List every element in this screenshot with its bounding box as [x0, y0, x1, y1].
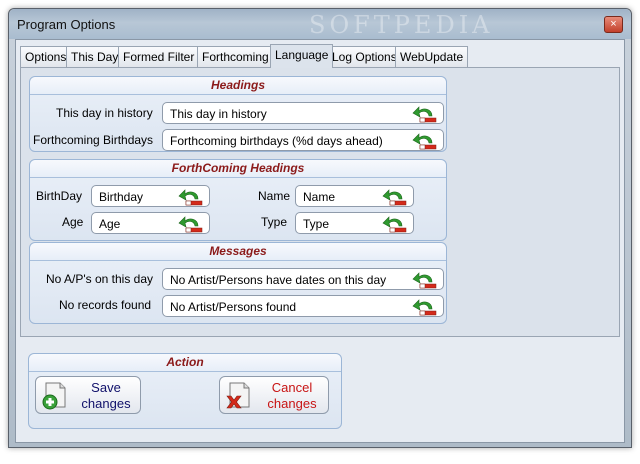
title-bar: Program Options SOFTPEDIA ×: [9, 9, 631, 39]
undo-arrow-icon[interactable]: [178, 188, 204, 206]
no-records-label: No records found: [59, 298, 152, 312]
save-changes-label: Save changes: [81, 380, 131, 411]
forthcoming-label: Forthcoming Birthdays: [33, 133, 154, 147]
tab-this-day[interactable]: This Day: [66, 46, 124, 67]
undo-arrow-icon[interactable]: [382, 215, 408, 233]
tab-formed-filter[interactable]: Formed Filter: [118, 46, 200, 67]
birthday-field[interactable]: Birthday: [91, 185, 210, 207]
no-ap-field[interactable]: No Artist/Persons have dates on this day: [162, 268, 444, 290]
action-group: Action Save changes Cancel changes: [28, 353, 342, 429]
forthcoming-headings-group: ForthComing Headings BirthDay Birthday A…: [29, 159, 447, 241]
action-title: Action: [29, 354, 341, 372]
undo-arrow-icon[interactable]: [412, 105, 438, 123]
age-label: Age: [62, 215, 84, 229]
name-label: Name: [258, 189, 291, 203]
cancel-changes-label: Cancel changes: [267, 380, 317, 411]
this-day-field[interactable]: This day in history: [162, 102, 444, 124]
tab-language[interactable]: Language: [270, 44, 334, 68]
this-day-label: This day in history: [56, 106, 153, 120]
name-field[interactable]: Name: [295, 185, 414, 207]
no-records-value: No Artist/Persons found: [170, 300, 297, 314]
cancel-changes-button[interactable]: Cancel changes: [219, 376, 329, 414]
type-value: Type: [303, 217, 330, 231]
headings-group: Headings This day in history This day in…: [29, 76, 447, 152]
save-plus-icon: [42, 382, 66, 410]
age-value: Age: [99, 217, 121, 231]
type-label: Type: [261, 215, 288, 229]
language-tab-page: Headings This day in history This day in…: [20, 67, 620, 337]
client-area: Options This Day Formed Filter Forthcomi…: [15, 39, 625, 443]
tab-forthcoming[interactable]: Forthcoming: [197, 46, 274, 67]
tab-log-options[interactable]: Log Options: [327, 46, 402, 67]
no-records-field[interactable]: No Artist/Persons found: [162, 295, 444, 317]
type-field[interactable]: Type: [295, 212, 414, 234]
no-ap-label: No A/P's on this day: [46, 272, 154, 286]
cancel-x-icon: [226, 382, 250, 409]
undo-arrow-icon[interactable]: [382, 188, 408, 206]
name-value: Name: [303, 190, 336, 204]
undo-arrow-icon[interactable]: [412, 298, 438, 316]
close-button[interactable]: ×: [604, 16, 623, 33]
forthcoming-headings-title: ForthComing Headings: [30, 160, 446, 178]
forthcoming-field[interactable]: Forthcoming birthdays (%d days ahead): [162, 129, 444, 151]
no-ap-value: No Artist/Persons have dates on this day: [170, 273, 387, 287]
headings-title: Headings: [30, 77, 446, 95]
this-day-value: This day in history: [170, 107, 267, 121]
tab-webupdate[interactable]: WebUpdate: [395, 46, 469, 67]
tab-options[interactable]: Options: [20, 46, 72, 67]
program-options-window: Program Options SOFTPEDIA × Options This…: [8, 8, 632, 448]
undo-arrow-icon[interactable]: [412, 271, 438, 289]
birthday-value: Birthday: [99, 190, 144, 204]
age-field[interactable]: Age: [91, 212, 210, 234]
window-title: Program Options: [17, 17, 116, 32]
messages-group: Messages No A/P's on this day No Artist/…: [29, 242, 447, 324]
save-changes-button[interactable]: Save changes: [35, 376, 141, 414]
messages-title: Messages: [30, 243, 446, 261]
undo-arrow-icon[interactable]: [178, 215, 204, 233]
forthcoming-value: Forthcoming birthdays (%d days ahead): [170, 134, 383, 148]
watermark: SOFTPEDIA: [309, 11, 494, 39]
undo-arrow-icon[interactable]: [412, 132, 438, 150]
birthday-label: BirthDay: [36, 189, 83, 203]
